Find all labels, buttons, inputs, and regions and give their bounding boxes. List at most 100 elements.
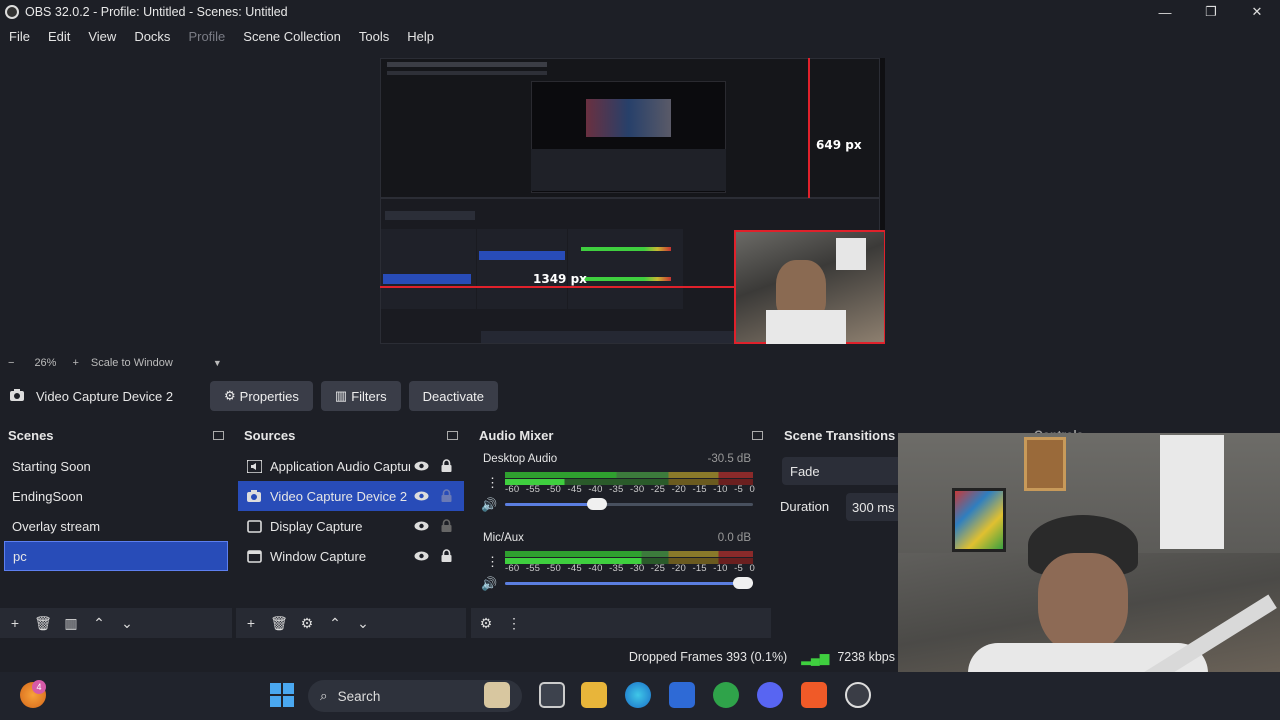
task-view-icon[interactable] [539,682,565,708]
mixer-tracks: Desktop Audio -30.5 dB ⋮ -60 -55 -50 -45 -40… [471,447,771,608]
undock-icon[interactable] [447,430,458,440]
track-name: Desktop Audio [483,453,558,465]
scale-mode-select[interactable]: Scale to Window [91,357,173,369]
meter-scale: -60 -55 -50 -45 -40 -35 -30 -25 -20 -15 -10 -5 0 [505,484,755,495]
close-button[interactable]: ✕ [1234,0,1280,24]
preview-canvas[interactable]: 649 px 1349 px [380,58,885,344]
eye-icon[interactable] [414,489,429,503]
filters-label: Filters [351,388,387,404]
menu-tools[interactable]: Tools [350,29,398,44]
move-down-button[interactable]: ⌄ [354,615,372,632]
add-source-button[interactable]: + [242,615,260,631]
source-label: Video Capture Device 2 [270,488,408,504]
scenes-dock-title: Scenes [8,427,54,443]
menu-edit[interactable]: Edit [39,29,79,44]
volume-slider[interactable] [505,577,753,589]
undock-icon[interactable] [752,430,763,440]
add-scene-button[interactable]: + [6,615,24,631]
minimize-button[interactable]: — [1142,0,1188,24]
speaker-icon[interactable]: 🔊 [481,576,497,592]
lock-icon[interactable] [441,519,455,533]
volume-meter [505,551,753,557]
speaker-icon[interactable]: 🔊 [481,497,497,513]
duration-input[interactable]: 300 ms [846,493,902,521]
camera-icon [246,489,262,503]
duration-label: Duration [780,499,830,514]
source-item[interactable]: Window Capture [238,541,464,571]
volume-slider[interactable] [505,498,753,510]
menu-profile[interactable]: Profile [179,29,234,44]
source-item[interactable]: Application Audio Capture [238,451,464,481]
move-up-button[interactable]: ⌃ [90,615,108,632]
zoom-out-button[interactable]: − [8,357,14,369]
menu-scene-collection[interactable]: Scene Collection [234,29,350,44]
store-icon[interactable] [669,682,695,708]
taskbar: 4 ⌕ Search [0,672,1280,720]
volume-meter [505,472,753,478]
window-title: OBS 32.0.2 - Profile: Untitled - Scenes:… [25,5,288,19]
scene-item[interactable]: EndingSoon [4,481,228,511]
transition-select[interactable]: Fade [782,457,902,485]
lock-icon[interactable] [441,549,455,563]
menu-help[interactable]: Help [398,29,443,44]
bitrate: 7238 kbps [837,650,895,664]
eye-icon[interactable] [414,459,429,473]
slider-thumb[interactable] [733,577,753,589]
brave-browser-icon[interactable] [801,682,827,708]
gear-icon[interactable]: ⚙ [477,615,495,632]
xbox-icon[interactable] [713,682,739,708]
edge-browser-icon[interactable] [625,682,651,708]
sources-dock-header: Sources [236,423,466,447]
menu-view[interactable]: View [79,29,125,44]
properties-button[interactable]: ⚙ Properties [210,381,313,411]
eye-icon[interactable] [414,549,429,563]
move-down-button[interactable]: ⌄ [118,615,136,632]
obs-taskbar-icon[interactable] [845,682,871,708]
source-properties-button[interactable]: ⚙ [298,615,316,632]
scene-item[interactable]: Starting Soon [4,451,228,481]
maximize-button[interactable]: ❐ [1188,0,1234,24]
windows-start-icon[interactable] [269,682,295,708]
wall-poster-image [952,488,1006,552]
lock-icon[interactable] [441,459,455,473]
track-name: Mic/Aux [483,532,524,544]
scenes-toolbar: + 🗑 ▥ ⌃ ⌄ [0,608,232,638]
zoom-bar: − 26% + Scale to Window ▼ [0,353,1280,373]
selected-source-bounds[interactable] [734,230,885,344]
source-item-selected[interactable]: Video Capture Device 2 [238,481,464,511]
menu-docks[interactable]: Docks [125,29,179,44]
scenes-dock-header: Scenes [0,423,232,447]
deactivate-button[interactable]: Deactivate [408,381,499,411]
kebab-menu-icon[interactable]: ⋮ [505,615,523,632]
scene-item[interactable]: Overlay stream [4,511,228,541]
camera-icon [10,388,24,404]
scene-item-selected[interactable]: pc [4,541,228,571]
slider-thumb[interactable] [586,498,607,510]
move-up-button[interactable]: ⌃ [326,615,344,632]
source-item[interactable]: Display Capture [238,511,464,541]
obs-logo-icon [5,5,19,19]
kebab-menu-icon[interactable]: ⋮ [486,554,499,570]
lock-icon[interactable] [441,489,455,503]
chevron-down-icon[interactable]: ▼ [213,358,222,368]
title-bar: OBS 32.0.2 - Profile: Untitled - Scenes:… [0,0,1280,24]
file-explorer-icon[interactable] [581,682,607,708]
eye-icon[interactable] [414,519,429,533]
zoom-in-button[interactable]: + [72,357,78,369]
undock-icon[interactable] [213,430,224,440]
kebab-menu-icon[interactable]: ⋮ [486,475,499,491]
remove-source-button[interactable]: 🗑 [270,615,288,632]
remove-scene-button[interactable]: 🗑 [34,615,52,632]
wall-clock-poster-image [1160,435,1224,549]
sources-dock: Sources Application Audio Capture Video … [236,423,466,638]
discord-icon[interactable] [757,682,783,708]
filters-button[interactable]: ▥ Filters [320,381,401,411]
person-face [1038,553,1128,653]
sources-toolbar: + 🗑 ⚙ ⌃ ⌄ [236,608,466,638]
properties-label: Properties [239,388,299,404]
scene-transitions-title: Scene Transitions [784,427,896,443]
track-db: 0.0 dB [717,532,751,544]
menu-file[interactable]: File [0,29,39,44]
audio-mixer-title: Audio Mixer [479,427,554,443]
scene-filters-button[interactable]: ▥ [62,615,80,632]
